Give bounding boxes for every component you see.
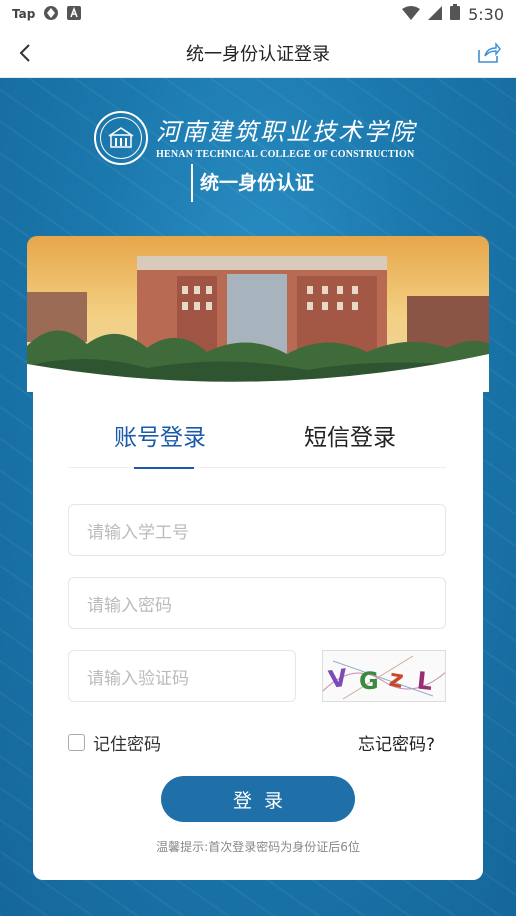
status-time: 5:30: [468, 4, 504, 24]
login-button[interactable]: 登录: [161, 776, 355, 822]
school-name-en: HENAN TECHNICAL COLLEGE OF CONSTRUCTION: [156, 148, 415, 160]
username-placeholder: 请输入学工号: [87, 522, 189, 543]
status-app-label: Tap: [12, 7, 36, 21]
captcha-char-3: z: [387, 664, 406, 694]
remember-label: 记住密码: [93, 735, 161, 755]
system-title: 统一身份认证: [200, 172, 315, 194]
location-icon: [43, 5, 59, 24]
wifi-icon: [402, 5, 421, 24]
remember-password[interactable]: 记住密码: [68, 730, 161, 755]
share-icon: [478, 42, 501, 63]
status-bar: Tap 5:30: [0, 0, 516, 28]
back-button[interactable]: [10, 38, 40, 68]
login-tip: 温馨提示:首次登录密码为身份证后6位: [156, 840, 360, 854]
active-tab-indicator: [134, 467, 194, 469]
captcha-char-4: L: [416, 666, 434, 695]
app-notification-icon: [67, 5, 82, 23]
password-placeholder: 请输入密码: [87, 595, 172, 616]
school-seal-icon: [94, 111, 148, 165]
password-field[interactable]: 请输入密码: [68, 577, 446, 629]
school-logo: 河南建筑职业技术学院 HENAN TECHNICAL COLLEGE OF CO…: [94, 108, 424, 168]
captcha-placeholder: 请输入验证码: [87, 668, 189, 689]
captcha-char-1: V: [327, 664, 350, 694]
remember-checkbox[interactable]: [68, 734, 85, 751]
campus-photo: [27, 236, 489, 392]
signal-icon: [428, 5, 443, 24]
app-bar: 统一身份认证登录: [0, 28, 516, 78]
page-title: 统一身份认证登录: [186, 43, 330, 65]
back-arrow-icon: [19, 44, 30, 62]
captcha-image[interactable]: V G z L: [322, 650, 446, 702]
forgot-password-link[interactable]: 忘记密码?: [358, 730, 435, 755]
battery-icon: [450, 4, 461, 24]
header-divider: [191, 164, 193, 202]
tab-account-login[interactable]: 账号登录: [114, 418, 206, 452]
captcha-char-2: G: [359, 667, 379, 695]
username-field[interactable]: 请输入学工号: [68, 504, 446, 556]
captcha-field[interactable]: 请输入验证码: [68, 650, 296, 702]
school-name-cn: 河南建筑职业技术学院: [156, 117, 416, 146]
share-button[interactable]: [474, 38, 504, 68]
tab-sms-login[interactable]: 短信登录: [304, 418, 396, 452]
login-tabs: 账号登录 短信登录: [68, 410, 446, 469]
